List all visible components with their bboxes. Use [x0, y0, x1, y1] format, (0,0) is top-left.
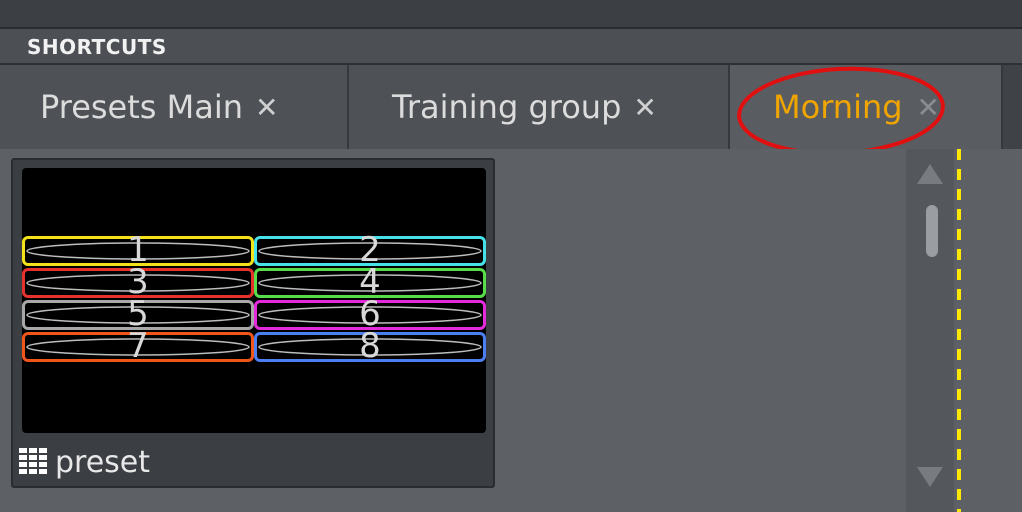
preset-label: preset [55, 445, 151, 480]
top-strip [0, 0, 1022, 27]
panel-title: SHORTCUTS [27, 35, 167, 59]
preset-slot-7[interactable]: 7 [22, 326, 254, 366]
tab-presets-main[interactable]: Presets Main ✕ [0, 65, 349, 149]
scroll-down-icon[interactable] [917, 467, 943, 487]
tab-bar: Presets Main ✕ Training group ✕ Morning … [0, 65, 1022, 149]
scrollbar[interactable] [906, 149, 954, 512]
grid-icon [19, 448, 47, 474]
close-icon[interactable]: ✕ [917, 91, 940, 124]
tab-label: Presets Main [40, 88, 244, 126]
tab-morning[interactable]: Morning ✕ [730, 65, 1003, 149]
close-icon[interactable]: ✕ [255, 91, 278, 124]
scrollbar-thumb[interactable] [926, 205, 938, 257]
tab-training-group[interactable]: Training group ✕ [349, 65, 730, 149]
tab-label: Morning [773, 88, 903, 126]
slot-number: 7 [127, 326, 149, 366]
close-icon[interactable]: ✕ [633, 91, 656, 124]
tab-label: Training group [392, 88, 622, 126]
tab-bar-overflow [1003, 65, 1022, 149]
preset-thumbnail[interactable]: 12345678 [22, 168, 486, 433]
guide-line [957, 149, 961, 512]
panel-header: SHORTCUTS [0, 29, 1022, 65]
scroll-up-icon[interactable] [917, 164, 943, 184]
preset-slot-8[interactable]: 8 [254, 326, 486, 366]
slot-number: 8 [359, 326, 381, 366]
